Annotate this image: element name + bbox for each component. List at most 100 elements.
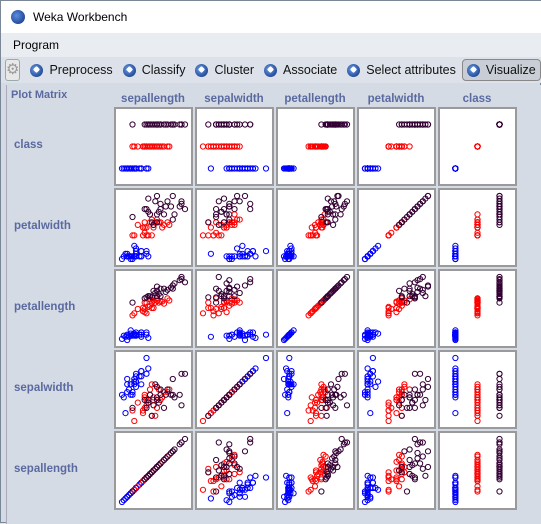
data-point	[337, 211, 344, 218]
scatter-cell-sepallength-vs-sepalwidth[interactable]	[195, 431, 274, 510]
data-point	[414, 449, 421, 457]
gear-icon[interactable]: ⚙	[5, 59, 21, 81]
scatter-cell-sepallength-vs-class[interactable]	[438, 431, 517, 510]
data-point	[318, 488, 325, 495]
scatter-cell-petalwidth-vs-petallength[interactable]	[276, 188, 355, 267]
scatter-cell-class-vs-sepallength[interactable]	[114, 107, 193, 186]
menu-bar: Program	[1, 33, 541, 57]
plot-matrix-panel: Plot Matrix sepallength sepalwidth petalle…	[6, 85, 541, 524]
data-point	[236, 198, 243, 205]
data-point	[145, 195, 152, 202]
data-point	[169, 285, 176, 292]
data-point	[262, 165, 270, 172]
data-point	[411, 386, 419, 393]
tab-icon	[466, 63, 480, 77]
data-point	[167, 203, 175, 210]
scatter-cell-petalwidth-vs-petalwidth[interactable]	[357, 188, 436, 267]
data-point	[220, 195, 228, 202]
data-point	[160, 211, 168, 218]
column-header: sepalwidth	[204, 93, 264, 105]
tab-classify[interactable]: Classify	[119, 59, 190, 81]
scatter-cell-class-vs-petalwidth[interactable]	[357, 107, 436, 186]
data-point	[138, 368, 145, 375]
scatter-cell-sepalwidth-vs-sepallength[interactable]	[114, 350, 193, 429]
data-point	[247, 474, 254, 481]
data-point	[241, 493, 249, 500]
tab-label: Associate	[283, 63, 338, 77]
data-point	[138, 381, 145, 388]
scatter-cell-class-vs-class[interactable]	[438, 107, 517, 186]
scatter-cell-sepalwidth-vs-petalwidth[interactable]	[357, 350, 436, 429]
data-point	[417, 460, 424, 467]
data-point	[401, 448, 408, 455]
scatter-cell-petallength-vs-sepalwidth[interactable]	[195, 269, 274, 348]
data-point	[162, 203, 169, 210]
scatter-cell-class-vs-sepalwidth[interactable]	[195, 107, 274, 186]
data-point	[496, 121, 503, 128]
tab-associate[interactable]: Associate	[260, 59, 341, 81]
data-point	[218, 483, 225, 490]
data-point	[169, 375, 176, 383]
data-point	[160, 404, 168, 412]
data-point	[226, 470, 233, 478]
scatter-cell-petallength-vs-petallength[interactable]	[276, 269, 355, 348]
data-point	[247, 121, 254, 128]
data-point	[181, 435, 189, 443]
scatter-cell-sepalwidth-vs-class[interactable]	[438, 350, 517, 429]
data-point	[241, 192, 249, 200]
scatter-cell-petallength-vs-class[interactable]	[438, 269, 517, 348]
tab-icon	[264, 63, 278, 77]
data-point	[496, 375, 503, 383]
scatter-cell-petalwidth-vs-sepallength[interactable]	[114, 188, 193, 267]
data-point	[262, 248, 270, 255]
data-point	[414, 455, 421, 462]
data-point	[169, 216, 176, 223]
data-point	[385, 417, 392, 425]
data-point	[406, 446, 413, 453]
data-point	[330, 221, 337, 229]
scatter-cell-petalwidth-vs-class[interactable]	[438, 188, 517, 267]
data-point	[406, 143, 413, 150]
data-point	[364, 365, 371, 372]
scatter-cell-sepalwidth-vs-petallength[interactable]	[276, 350, 355, 429]
data-point	[385, 412, 392, 419]
data-point	[343, 402, 351, 409]
data-point	[131, 417, 138, 425]
title-bar: Weka Workbench	[1, 1, 541, 33]
data-point	[262, 331, 270, 338]
data-point	[252, 472, 259, 479]
tab-visualize[interactable]: Visualize	[461, 59, 541, 81]
data-point	[226, 441, 233, 448]
data-point	[231, 470, 238, 478]
data-point	[411, 404, 419, 412]
row-header: petalwidth	[14, 220, 71, 232]
scatter-cell-sepallength-vs-petalwidth[interactable]	[357, 431, 436, 510]
scatter-cell-sepallength-vs-sepallength[interactable]	[114, 431, 193, 510]
tab-preprocess[interactable]: Preprocess	[26, 59, 116, 81]
scatter-cell-petallength-vs-petalwidth[interactable]	[357, 269, 436, 348]
tab-cluster[interactable]: Cluster	[191, 59, 258, 81]
data-point	[236, 289, 243, 297]
data-point	[474, 143, 481, 150]
data-point	[307, 417, 314, 425]
data-point	[419, 453, 426, 460]
data-point	[338, 370, 345, 377]
data-point	[205, 219, 212, 226]
scatter-cell-sepallength-vs-petallength[interactable]	[276, 431, 355, 510]
scatter-cell-petalwidth-vs-sepalwidth[interactable]	[195, 188, 274, 267]
data-point	[207, 224, 214, 231]
data-point	[169, 192, 176, 200]
weka-window: Weka Workbench Program ⚙ Preprocess Class…	[0, 0, 541, 524]
data-point	[207, 495, 214, 502]
menu-program[interactable]: Program	[13, 38, 59, 52]
scatter-cell-sepalwidth-vs-sepalwidth[interactable]	[195, 350, 274, 429]
tab-select-attributes[interactable]: Select attributes	[343, 59, 460, 81]
data-point	[406, 280, 413, 287]
data-point	[335, 375, 342, 383]
scatter-cell-petallength-vs-sepallength[interactable]	[114, 269, 193, 348]
data-point	[369, 354, 376, 362]
scatter-cell-class-vs-petallength[interactable]	[276, 107, 355, 186]
data-point	[323, 412, 330, 419]
data-point	[396, 287, 403, 294]
column-header: class	[462, 93, 492, 105]
